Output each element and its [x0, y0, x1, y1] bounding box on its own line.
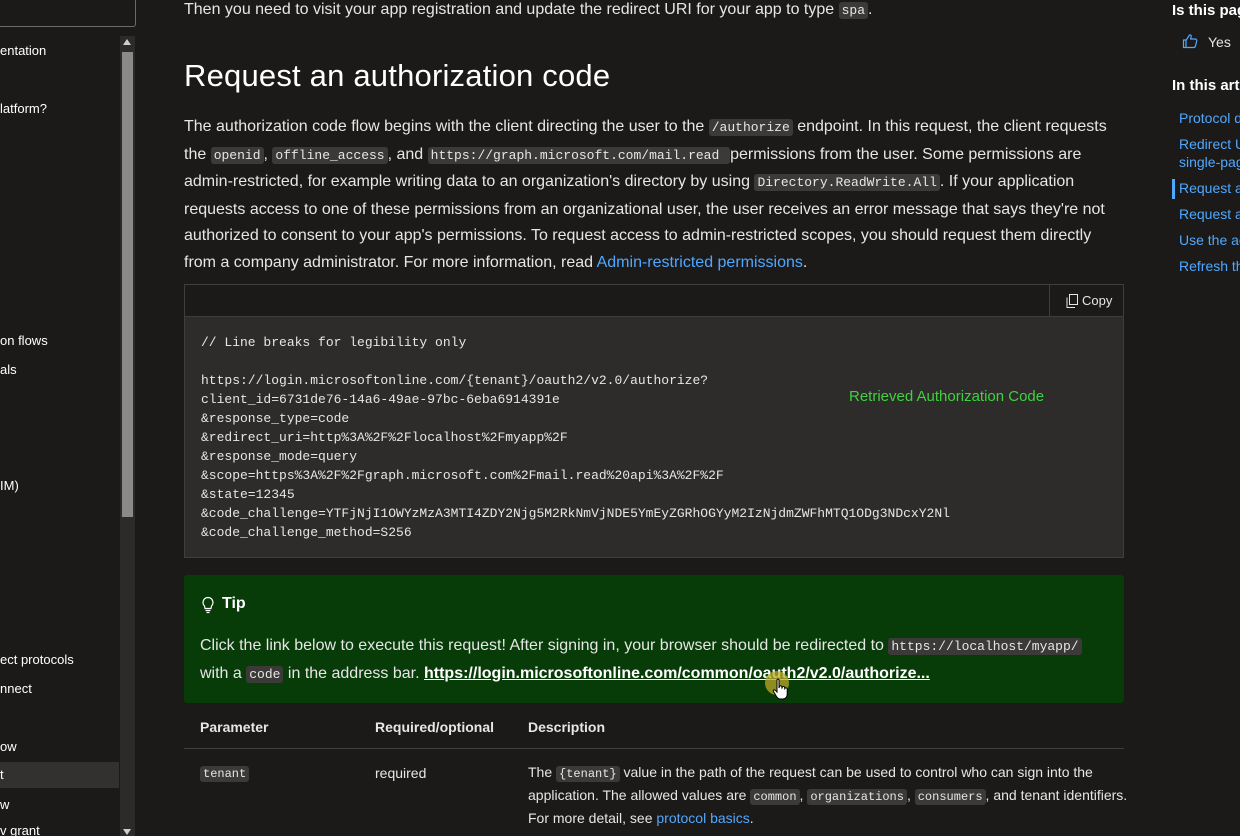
sidebar-item-label: IM): [0, 478, 19, 493]
scroll-up-arrow-icon[interactable]: [123, 39, 131, 45]
toc-link[interactable]: Protocol d: [1179, 109, 1240, 127]
sidebar-item[interactable]: entation: [0, 38, 119, 64]
inline-code: https://graph.microsoft.com/mail.read: [427, 146, 731, 164]
sidebar-item-label: latform?: [0, 101, 47, 116]
sidebar-item-label: ow: [0, 739, 17, 754]
tip-body: Click the link below to execute this req…: [200, 632, 1110, 688]
sidebar-item-active[interactable]: t: [0, 762, 119, 788]
sidebar-item[interactable]: ow: [0, 734, 119, 760]
hand-pointer-icon: [772, 678, 788, 700]
inline-code: Directory.ReadWrite.All: [754, 174, 940, 191]
right-rail: Is this pag Yes In this art Protocol d R…: [1172, 0, 1240, 836]
sidebar-item-label: ect protocols: [0, 652, 74, 667]
admin-restricted-permissions-link[interactable]: Admin-restricted permissions: [597, 254, 803, 271]
inline-code: openid: [210, 146, 264, 164]
sidebar-item-label: on flows: [0, 333, 48, 348]
scrollbar-thumb[interactable]: [122, 52, 133, 517]
para-text: , and: [387, 145, 428, 163]
feedback-yes-button[interactable]: Yes: [1208, 34, 1231, 50]
code-text: // Line breaks for legibility only https…: [201, 335, 950, 540]
sidebar-item[interactable]: ect protocols: [0, 647, 119, 673]
sidebar-item-label: entation: [0, 43, 47, 58]
toc-link[interactable]: Request a: [1179, 205, 1240, 223]
sidebar-item[interactable]: w: [0, 792, 119, 818]
sidebar-item-label: als: [0, 362, 17, 377]
sidebar-item-label: t: [0, 767, 4, 782]
code-block-header: Copy: [185, 285, 1123, 317]
sidebar-item[interactable]: latform?: [0, 96, 119, 122]
tip-text: Click the link below to execute this req…: [200, 637, 889, 654]
tip-text: with a: [200, 665, 247, 682]
toc-link-active[interactable]: Request a: [1179, 179, 1240, 197]
tip-text: in the address bar.: [283, 665, 424, 682]
thumbs-up-icon[interactable]: [1182, 33, 1198, 49]
table-cell-description: The {tenant} value in the path of the re…: [528, 762, 1128, 829]
toc-link[interactable]: Use the ac: [1179, 231, 1240, 249]
feedback-question: Is this pag: [1172, 2, 1240, 19]
intro-text: Then you need to visit your app registra…: [184, 1, 839, 18]
column-header-description: Description: [528, 719, 606, 735]
para-text: The authorization code flow begins with …: [184, 118, 709, 135]
code-block: Copy // Line breaks for legibility only …: [184, 284, 1124, 558]
toc-active-indicator: [1172, 179, 1175, 199]
inline-code: {tenant}: [556, 766, 620, 782]
copy-button[interactable]: Copy: [1049, 285, 1123, 317]
sidebar-item-label: v grant: [0, 823, 40, 836]
sidebar-item[interactable]: IM): [0, 473, 119, 499]
column-header-parameter: Parameter: [200, 719, 269, 735]
intro-paragraph: Then you need to visit your app registra…: [184, 0, 872, 21]
inline-code: offline_access: [272, 146, 388, 164]
inline-code: consumers: [914, 789, 986, 805]
table-cell-parameter: tenant: [200, 764, 250, 782]
sidebar-item-label: nnect: [0, 681, 32, 696]
column-header-required: Required/optional: [375, 719, 494, 735]
sidebar-item[interactable]: on flows: [0, 328, 119, 354]
intro-text-end: .: [868, 1, 873, 18]
toc-link-continuation[interactable]: single-pag: [1179, 153, 1240, 171]
inline-code: https://localhost/myapp/: [888, 638, 1082, 655]
desc-text: The: [528, 764, 557, 780]
inline-code: code: [246, 666, 284, 683]
toc-link[interactable]: Refresh th: [1179, 257, 1240, 275]
inline-code: tenant: [200, 766, 250, 782]
copy-label: Copy: [1082, 293, 1113, 308]
desc-text: .: [749, 810, 754, 826]
inline-code: organizations: [807, 789, 907, 805]
inline-code: common: [750, 789, 800, 805]
table-cell-required: required: [375, 765, 427, 781]
sidebar-scrollbar[interactable]: [120, 36, 135, 836]
sidebar-item[interactable]: nnect: [0, 676, 119, 702]
desc-text: ,: [906, 787, 915, 803]
tip-title: Tip: [222, 595, 246, 612]
section-paragraph: The authorization code flow begins with …: [184, 114, 1124, 276]
scroll-down-arrow-icon[interactable]: [123, 829, 131, 835]
sidebar-item-label: w: [0, 797, 10, 812]
tip-callout: Tip Click the link below to execute this…: [184, 575, 1124, 703]
copy-icon: [1066, 294, 1078, 308]
sidebar-item[interactable]: v grant: [0, 818, 119, 836]
filter-by-title-input[interactable]: [0, 0, 136, 27]
in-this-article-heading: In this art: [1172, 77, 1240, 94]
retrieved-code-annotation: Retrieved Authorization Code: [849, 388, 1045, 405]
para-text: .: [802, 253, 808, 271]
toc-link[interactable]: Redirect U: [1179, 135, 1240, 153]
sidebar-item[interactable]: als: [0, 357, 119, 383]
toc-sidebar: entation latform? on flows als IM) ect p…: [0, 0, 136, 836]
authorize-request-link[interactable]: https://login.microsoftonline.com/common…: [424, 665, 930, 682]
protocol-basics-link[interactable]: protocol basics: [656, 810, 749, 826]
section-heading: Request an authorization code: [184, 58, 611, 93]
inline-code: /authorize: [708, 119, 793, 136]
table-header-divider: [184, 748, 1124, 749]
inline-code: spa: [838, 2, 869, 19]
